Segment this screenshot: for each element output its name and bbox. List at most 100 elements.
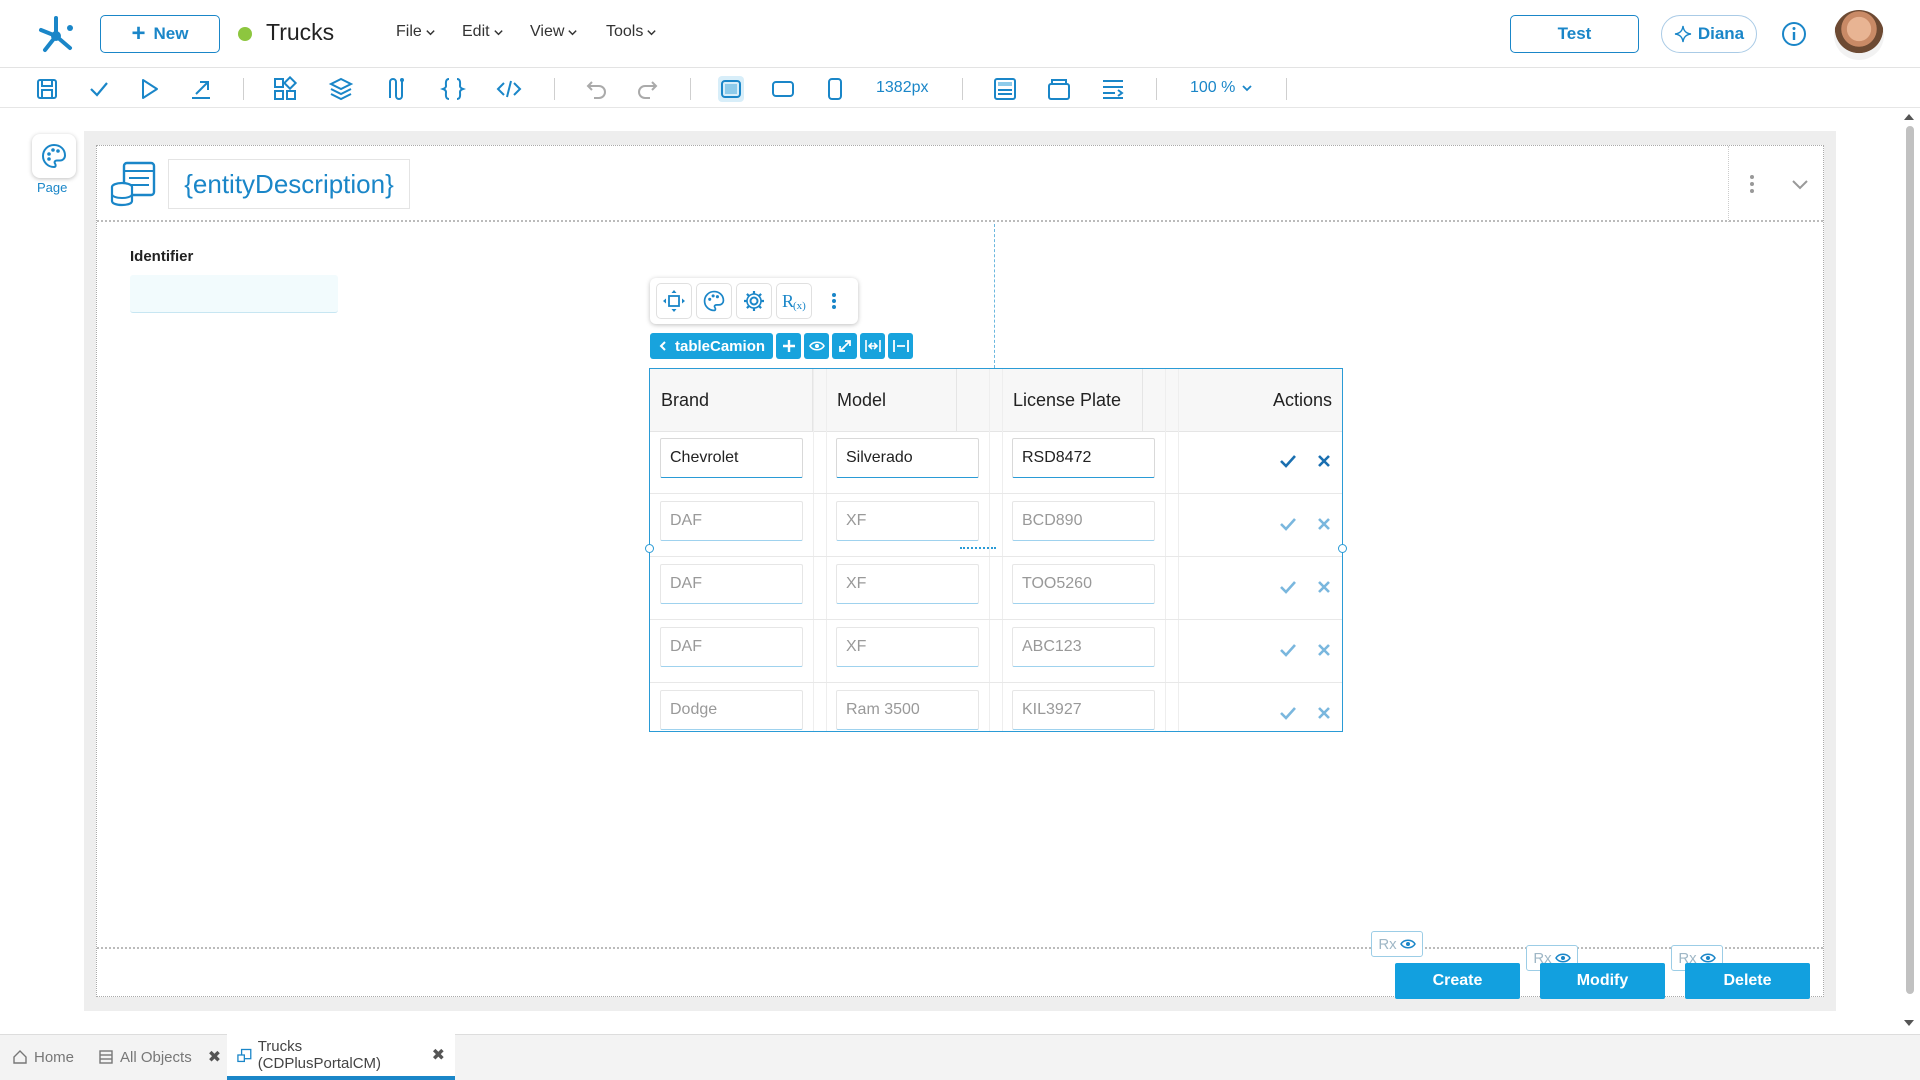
mobile-view-icon[interactable] <box>822 76 848 102</box>
identifier-field[interactable] <box>130 275 338 313</box>
panels-icon[interactable] <box>1046 76 1072 102</box>
plate-field[interactable]: BCD890 <box>1012 501 1155 541</box>
more-options-icon[interactable] <box>816 283 852 319</box>
plate-field[interactable]: TOO5260 <box>1012 564 1155 604</box>
menu-edit[interactable]: Edit <box>462 23 504 41</box>
brand-field[interactable]: Chevrolet <box>660 438 803 478</box>
plate-field[interactable]: KIL3927 <box>1012 690 1155 730</box>
confirm-check-icon[interactable] <box>1278 703 1298 723</box>
table-row[interactable]: DAF XF BCD890 <box>650 495 1342 557</box>
sparkle-icon <box>1674 25 1691 43</box>
tablet-view-icon[interactable] <box>770 76 796 102</box>
chevron-down-icon <box>647 29 657 35</box>
modify-button[interactable]: Modify <box>1540 963 1665 999</box>
model-field[interactable]: Ram 3500 <box>836 690 979 730</box>
cancel-x-icon[interactable] <box>1314 640 1334 660</box>
assistant-button[interactable]: Diana <box>1661 15 1757 53</box>
more-options-icon[interactable] <box>1740 172 1764 196</box>
entity-description[interactable]: {entityDescription} <box>168 159 410 209</box>
cancel-x-icon[interactable] <box>1314 703 1334 723</box>
confirm-check-icon[interactable] <box>1278 640 1298 660</box>
save-icon[interactable] <box>34 76 60 102</box>
visibility-eye-icon[interactable] <box>804 333 830 359</box>
tab-all-objects[interactable]: All Objects ✖ <box>88 1034 231 1080</box>
scroll-down-icon[interactable] <box>1902 1018 1916 1028</box>
model-field[interactable]: XF <box>836 564 979 604</box>
plate-field[interactable]: ABC123 <box>1012 627 1155 667</box>
collapse-chevron-icon[interactable] <box>1788 172 1812 196</box>
resize-handle-right[interactable] <box>1338 544 1347 553</box>
braces-icon[interactable] <box>440 76 466 102</box>
palette-icon[interactable] <box>696 283 732 319</box>
resize-handle-left[interactable] <box>645 544 654 553</box>
brand-field[interactable]: DAF <box>660 501 803 541</box>
code-icon[interactable] <box>496 76 522 102</box>
model-field[interactable]: Silverado <box>836 438 979 478</box>
menu-tools[interactable]: Tools <box>606 23 657 41</box>
fit-width-icon[interactable] <box>860 333 886 359</box>
delete-button[interactable]: Delete <box>1685 963 1810 999</box>
flow-icon[interactable] <box>384 76 410 102</box>
column-header-plate[interactable]: License Plate <box>1002 369 1143 432</box>
rules-icon[interactable]: R (x) <box>776 283 812 319</box>
scroll-up-icon[interactable] <box>1902 112 1916 122</box>
table-row[interactable]: DAF XF TOO5260 <box>650 558 1342 620</box>
selected-element-name[interactable]: tableCamion <box>650 333 774 359</box>
app-logo-icon[interactable] <box>36 14 76 54</box>
plate-field[interactable]: RSD8472 <box>1012 438 1155 478</box>
alignment-guide <box>994 224 995 368</box>
test-button[interactable]: Test <box>1510 15 1639 53</box>
align-icon[interactable] <box>1100 76 1126 102</box>
cancel-x-icon[interactable] <box>1314 451 1334 471</box>
toolbar-divider <box>554 78 555 100</box>
brand-field[interactable]: DAF <box>660 564 803 604</box>
tab-trucks[interactable]: Trucks (CDPlusPortalCM) ✖ <box>227 1034 455 1080</box>
resize-handle-middle[interactable] <box>960 547 996 549</box>
close-icon[interactable]: ✖ <box>208 1047 221 1067</box>
scrollbar-thumb[interactable] <box>1906 126 1914 994</box>
redo-icon[interactable] <box>634 76 660 102</box>
truck-grid[interactable]: Brand Model License Plate Actions Chevro… <box>649 368 1343 732</box>
new-button[interactable]: + New <box>100 15 220 53</box>
table-row[interactable]: DAF XF ABC123 <box>650 621 1342 683</box>
close-icon[interactable]: ✖ <box>432 1045 445 1065</box>
model-field[interactable]: XF <box>836 627 979 667</box>
zoom-select[interactable]: 100 % <box>1190 79 1253 97</box>
menu-view[interactable]: View <box>530 23 578 41</box>
layers-icon[interactable] <box>328 76 354 102</box>
settings-gear-icon[interactable] <box>736 283 772 319</box>
confirm-check-icon[interactable] <box>1278 451 1298 471</box>
add-column-icon[interactable] <box>776 333 802 359</box>
cancel-x-icon[interactable] <box>1314 577 1334 597</box>
table-row[interactable]: Chevrolet Silverado RSD8472 <box>650 432 1342 494</box>
page-style-button[interactable] <box>32 134 76 178</box>
brand-field[interactable]: DAF <box>660 627 803 667</box>
expand-icon[interactable] <box>832 333 858 359</box>
canvas-width[interactable]: 1382px <box>876 79 929 97</box>
avatar[interactable] <box>1834 10 1884 60</box>
desktop-view-icon[interactable] <box>718 76 744 102</box>
column-header-brand[interactable]: Brand <box>650 369 813 432</box>
table-row[interactable]: Dodge Ram 3500 KIL3927 <box>650 684 1342 746</box>
cancel-x-icon[interactable] <box>1314 514 1334 534</box>
run-icon[interactable] <box>136 76 162 102</box>
widgets-icon[interactable] <box>272 76 298 102</box>
confirm-check-icon[interactable] <box>1278 577 1298 597</box>
check-icon[interactable] <box>86 76 112 102</box>
create-button[interactable]: Create <box>1395 963 1520 999</box>
rx-visibility-badge[interactable]: Rx <box>1371 931 1423 957</box>
tab-home[interactable]: Home <box>2 1034 84 1080</box>
shrink-width-icon[interactable] <box>888 333 914 359</box>
toolbar-divider <box>1156 78 1157 100</box>
confirm-check-icon[interactable] <box>1278 514 1298 534</box>
form-layout-icon[interactable] <box>992 76 1018 102</box>
menu-file[interactable]: File <box>396 23 436 41</box>
eye-icon <box>1399 939 1416 949</box>
undo-icon[interactable] <box>584 76 610 102</box>
move-icon[interactable] <box>656 283 692 319</box>
export-icon[interactable] <box>188 76 214 102</box>
column-header-model[interactable]: Model <box>826 369 957 432</box>
model-field[interactable]: XF <box>836 501 979 541</box>
info-icon[interactable] <box>1781 21 1807 47</box>
brand-field[interactable]: Dodge <box>660 690 803 730</box>
